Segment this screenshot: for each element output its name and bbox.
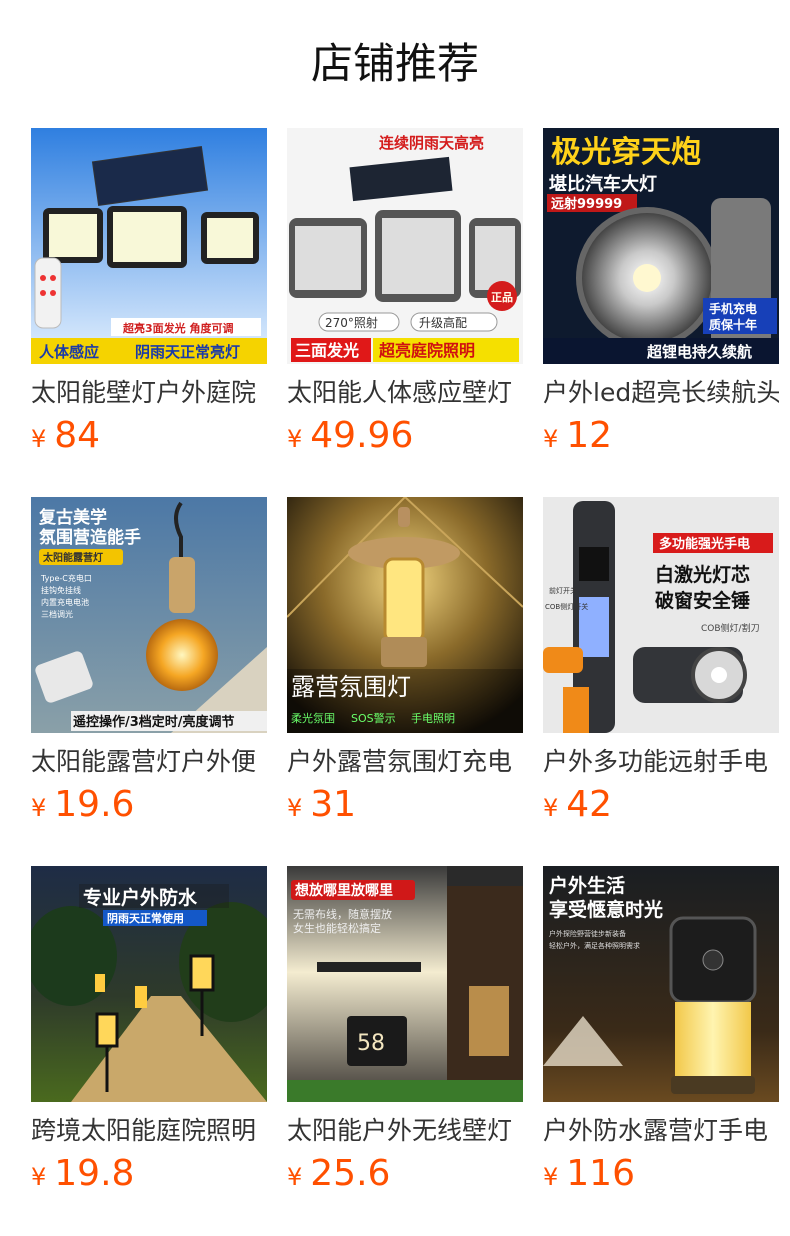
price-value: 12 [566, 415, 613, 456]
image-text: 挂钩免挂线 [41, 585, 81, 595]
image-text: SOS警示 [351, 711, 396, 725]
product-price: ¥84 [31, 414, 100, 458]
product-card[interactable]: 极光穿天炮 堪比汽车大灯 远射99999 手机充电 质保十年 超锂电持久续航 户… [543, 128, 779, 458]
image-text: 内置充电电池 [41, 597, 89, 607]
image-text: 阴雨天正常使用 [107, 911, 184, 925]
product-card[interactable]: 多功能强光手电 白激光灯芯 破窗安全锤 COB侧灯/割刀 前灯开关 COB侧灯开… [543, 497, 779, 827]
product-price: ¥49.96 [287, 414, 413, 458]
product-image[interactable]: 超亮3面发光 角度可调 人体感应 阴雨天正常亮灯 [31, 128, 267, 364]
product-image[interactable]: 连续阴雨天高亮 正品 270°照射 升级高配 三面发光 超亮庭院照明 [287, 128, 523, 364]
product-name[interactable]: 太阳能露营灯户外便 [31, 745, 267, 779]
image-text: Type-C充电口 [40, 573, 92, 583]
product-name[interactable]: 太阳能人体感应壁灯 [287, 376, 523, 410]
image-text: 超锂电持久续航 [646, 343, 752, 361]
image-text: 户外探险野营徒步新装备 [549, 929, 626, 938]
image-text: 超亮3面发光 角度可调 [122, 321, 233, 335]
product-price: ¥19.6 [31, 783, 134, 827]
currency-symbol: ¥ [31, 794, 47, 822]
image-text: 无需布线，随意摆放 [293, 907, 392, 921]
product-price: ¥116 [543, 1152, 635, 1196]
page-title: 店铺推荐 [310, 39, 479, 88]
product-card[interactable]: 超亮3面发光 角度可调 人体感应 阴雨天正常亮灯 太阳能壁灯户外庭院 ¥84 [31, 128, 267, 458]
image-text: 户外生活 [549, 874, 625, 897]
image-text: 三面发光 [295, 341, 359, 360]
image-text: 质保十年 [709, 317, 757, 332]
image-text: 白激光灯芯 [655, 563, 750, 586]
price-value: 25.6 [310, 1153, 391, 1194]
product-card[interactable]: 想放哪里放哪里 无需布线，随意摆放 女生也能轻松搞定 58 太阳能户外无线壁灯 … [287, 866, 523, 1196]
currency-symbol: ¥ [31, 425, 47, 453]
product-name[interactable]: 跨境太阳能庭院照明 [31, 1114, 267, 1148]
product-card[interactable]: 户外生活 享受惬意时光 户外探险野营徒步新装备 轻松户外，满足各种照明需求 户外… [543, 866, 779, 1196]
product-card[interactable]: 露营氛围灯 柔光氛围 SOS警示 手电照明 户外露营氛围灯充电 ¥31 [287, 497, 523, 827]
price-value: 19.6 [54, 784, 135, 825]
image-text: 超亮庭院照明 [378, 341, 475, 360]
currency-symbol: ¥ [543, 794, 559, 822]
product-card[interactable]: 复古美学 氛围营造能手 太阳能露营灯 Type-C充电口 挂钩免挂线 内置充电电… [31, 497, 267, 827]
image-text: 升级高配 [419, 315, 467, 330]
product-name[interactable]: 户外露营氛围灯充电 [287, 745, 523, 779]
product-image[interactable]: 户外生活 享受惬意时光 户外探险野营徒步新装备 轻松户外，满足各种照明需求 [543, 866, 779, 1102]
image-text: COB侧灯/割刀 [701, 622, 760, 634]
image-text: 三档调光 [41, 609, 73, 619]
image-text: 太阳能露营灯 [42, 551, 103, 564]
product-price: ¥19.8 [31, 1152, 134, 1196]
currency-symbol: ¥ [287, 1163, 303, 1191]
currency-symbol: ¥ [287, 794, 303, 822]
product-price: ¥25.6 [287, 1152, 390, 1196]
product-price: ¥12 [543, 414, 612, 458]
product-card[interactable]: 连续阴雨天高亮 正品 270°照射 升级高配 三面发光 超亮庭院照明 太阳能人体… [287, 128, 523, 458]
product-name[interactable]: 太阳能户外无线壁灯 [287, 1114, 523, 1148]
image-text: 270°照射 [325, 315, 378, 330]
product-image[interactable]: 复古美学 氛围营造能手 太阳能露营灯 Type-C充电口 挂钩免挂线 内置充电电… [31, 497, 267, 733]
price-value: 42 [566, 784, 613, 825]
image-text: 享受惬意时光 [549, 898, 663, 921]
product-image[interactable]: 多功能强光手电 白激光灯芯 破窗安全锤 COB侧灯/割刀 前灯开关 COB侧灯开… [543, 497, 779, 733]
price-value: 31 [310, 784, 357, 825]
product-card[interactable]: 专业户外防水 阴雨天正常使用 跨境太阳能庭院照明 ¥19.8 [31, 866, 267, 1196]
image-text: 远射99999 [551, 196, 622, 212]
product-name[interactable]: 户外多功能远射手电 [543, 745, 779, 779]
product-image[interactable]: 想放哪里放哪里 无需布线，随意摆放 女生也能轻松搞定 58 [287, 866, 523, 1102]
image-text: 手电照明 [411, 711, 455, 725]
product-name[interactable]: 户外防水露营灯手电 [543, 1114, 779, 1148]
image-text: 轻松户外，满足各种照明需求 [549, 941, 640, 950]
product-image[interactable]: 极光穿天炮 堪比汽车大灯 远射99999 手机充电 质保十年 超锂电持久续航 [543, 128, 779, 364]
image-text: 复古美学 [38, 507, 107, 528]
image-text: 遥控操作/3档定时/亮度调节 [73, 714, 235, 730]
price-value: 19.8 [54, 1153, 135, 1194]
currency-symbol: ¥ [287, 425, 303, 453]
image-text: 人体感应 [39, 343, 99, 361]
product-name[interactable]: 户外led超亮长续航头 [543, 376, 779, 410]
image-text: 多功能强光手电 [659, 536, 750, 552]
image-text: 前灯开关 [549, 586, 577, 595]
product-price: ¥42 [543, 783, 612, 827]
price-value: 116 [566, 1153, 635, 1194]
currency-symbol: ¥ [31, 1163, 47, 1191]
image-text: 女生也能轻松搞定 [293, 921, 381, 935]
image-text: 想放哪里放哪里 [294, 882, 393, 899]
image-text: 堪比汽车大灯 [549, 173, 657, 195]
product-image[interactable]: 专业户外防水 阴雨天正常使用 [31, 866, 267, 1102]
image-text: 氛围营造能手 [39, 527, 141, 548]
image-text: COB侧灯开关 [545, 602, 588, 611]
product-price: ¥31 [287, 783, 356, 827]
currency-symbol: ¥ [543, 1163, 559, 1191]
image-text: 破窗安全锤 [655, 589, 750, 612]
currency-symbol: ¥ [543, 425, 559, 453]
image-text: 手机充电 [709, 301, 757, 316]
image-text: 连续阴雨天高亮 [379, 134, 484, 152]
image-text: 58 [357, 1031, 385, 1056]
image-text: 极光穿天炮 [551, 135, 701, 170]
image-text: 正品 [491, 291, 513, 304]
image-text: 专业户外防水 [83, 886, 198, 909]
product-name[interactable]: 太阳能壁灯户外庭院 [31, 376, 267, 410]
product-image[interactable]: 露营氛围灯 柔光氛围 SOS警示 手电照明 [287, 497, 523, 733]
price-value: 84 [54, 415, 101, 456]
image-text: 阴雨天正常亮灯 [135, 343, 240, 361]
image-text: 柔光氛围 [291, 711, 335, 725]
price-value: 49.96 [310, 415, 414, 456]
image-text: 露营氛围灯 [291, 673, 411, 701]
